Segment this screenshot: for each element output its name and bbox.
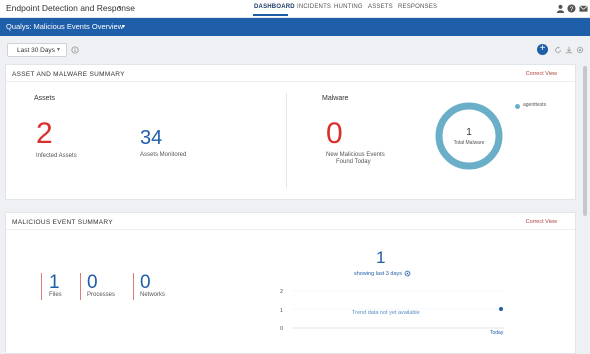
user-icon[interactable]: [556, 4, 565, 13]
new-events-label: New Malicious Events: [326, 152, 385, 158]
dashboard-selector[interactable]: Qualys: Malicious Events Overview: [6, 22, 123, 31]
divider: [6, 229, 575, 230]
stat-divider: [133, 273, 134, 300]
tab-responses[interactable]: RESPONSES: [398, 4, 437, 10]
new-malicious-events-count[interactable]: 0: [326, 119, 343, 149]
monitored-assets-count[interactable]: 34: [140, 128, 162, 148]
monitored-assets-label: Assets Monitored: [140, 152, 187, 158]
asset-malware-summary-card: ASSET AND MALWARE SUMMARY Correct View A…: [5, 64, 576, 200]
y-tick-label: 1: [280, 308, 283, 314]
trend-empty-note: Trend data not yet available: [352, 310, 420, 316]
download-icon[interactable]: [565, 46, 573, 54]
files-count[interactable]: 1: [49, 273, 60, 292]
trend-point: [499, 307, 503, 311]
networks-label: Networks: [140, 292, 166, 298]
svg-text:?: ?: [570, 6, 574, 13]
trend-total: 1: [376, 248, 386, 267]
donut-label: Total Malware: [454, 140, 485, 146]
malicious-event-summary-card: MALICIOUS EVENT SUMMARY Correct View 1 F…: [5, 212, 576, 354]
card-title: ASSET AND MALWARE SUMMARY: [12, 71, 125, 78]
stat-divider: [80, 273, 81, 300]
assets-label: Assets: [34, 95, 56, 102]
divider: [6, 81, 575, 82]
infected-assets-label: Infected Assets: [36, 153, 77, 159]
chevron-down-icon[interactable]: ▾: [122, 23, 125, 30]
help-icon[interactable]: ?: [567, 4, 576, 13]
tab-hunting[interactable]: HUNTING: [334, 4, 363, 10]
infected-assets-count[interactable]: 2: [36, 119, 53, 149]
new-events-label-2: Found Today: [336, 159, 371, 165]
card-title: MALICIOUS EVENT SUMMARY: [12, 219, 113, 226]
trend-caption: showing last 3 days: [354, 271, 402, 277]
correct-view-link[interactable]: Correct View: [526, 219, 557, 225]
malware-label: Malware: [322, 95, 349, 102]
top-nav: Endpoint Detection and Response ▾ DASHBO…: [0, 0, 590, 18]
divider: [286, 93, 287, 188]
files-label: Files: [49, 292, 62, 298]
tab-assets[interactable]: ASSETS: [368, 4, 393, 10]
chevron-down-icon[interactable]: ▾: [118, 4, 121, 11]
networks-count[interactable]: 0: [140, 273, 151, 292]
date-range-value: Last 30 Days: [17, 47, 55, 54]
scrollbar-thumb[interactable]: [583, 66, 587, 216]
legend-label[interactable]: agenttests: [523, 102, 546, 108]
settings-icon[interactable]: [576, 46, 584, 54]
correct-view-link[interactable]: Correct View: [526, 71, 557, 77]
donut-value: 1: [466, 127, 472, 138]
processes-count[interactable]: 0: [87, 273, 98, 292]
dashboard-bar: Qualys: Malicious Events Overview ▾: [0, 18, 590, 36]
add-widget-button[interactable]: +: [537, 44, 548, 55]
chevron-down-icon: ▼: [56, 47, 61, 53]
malware-donut-chart[interactable]: 1 Total Malware: [432, 99, 506, 173]
legend-swatch: [515, 104, 520, 109]
app-title[interactable]: Endpoint Detection and Response: [6, 3, 135, 13]
stat-divider: [41, 273, 42, 300]
active-tab-indicator: [253, 14, 288, 16]
x-axis-label-today: Today: [490, 330, 504, 336]
info-icon[interactable]: [71, 46, 79, 54]
y-tick-label: 2: [280, 289, 283, 295]
date-range-select[interactable]: Last 30 Days ▼: [7, 43, 67, 57]
y-tick-label: 0: [280, 326, 283, 332]
tab-incidents[interactable]: INCIDENTS: [297, 4, 331, 10]
tab-dashboard[interactable]: DASHBOARD: [254, 4, 295, 10]
mail-icon[interactable]: [579, 4, 588, 13]
processes-label: Processes: [87, 292, 116, 298]
refresh-icon[interactable]: [554, 46, 562, 54]
gear-icon[interactable]: [404, 270, 411, 277]
